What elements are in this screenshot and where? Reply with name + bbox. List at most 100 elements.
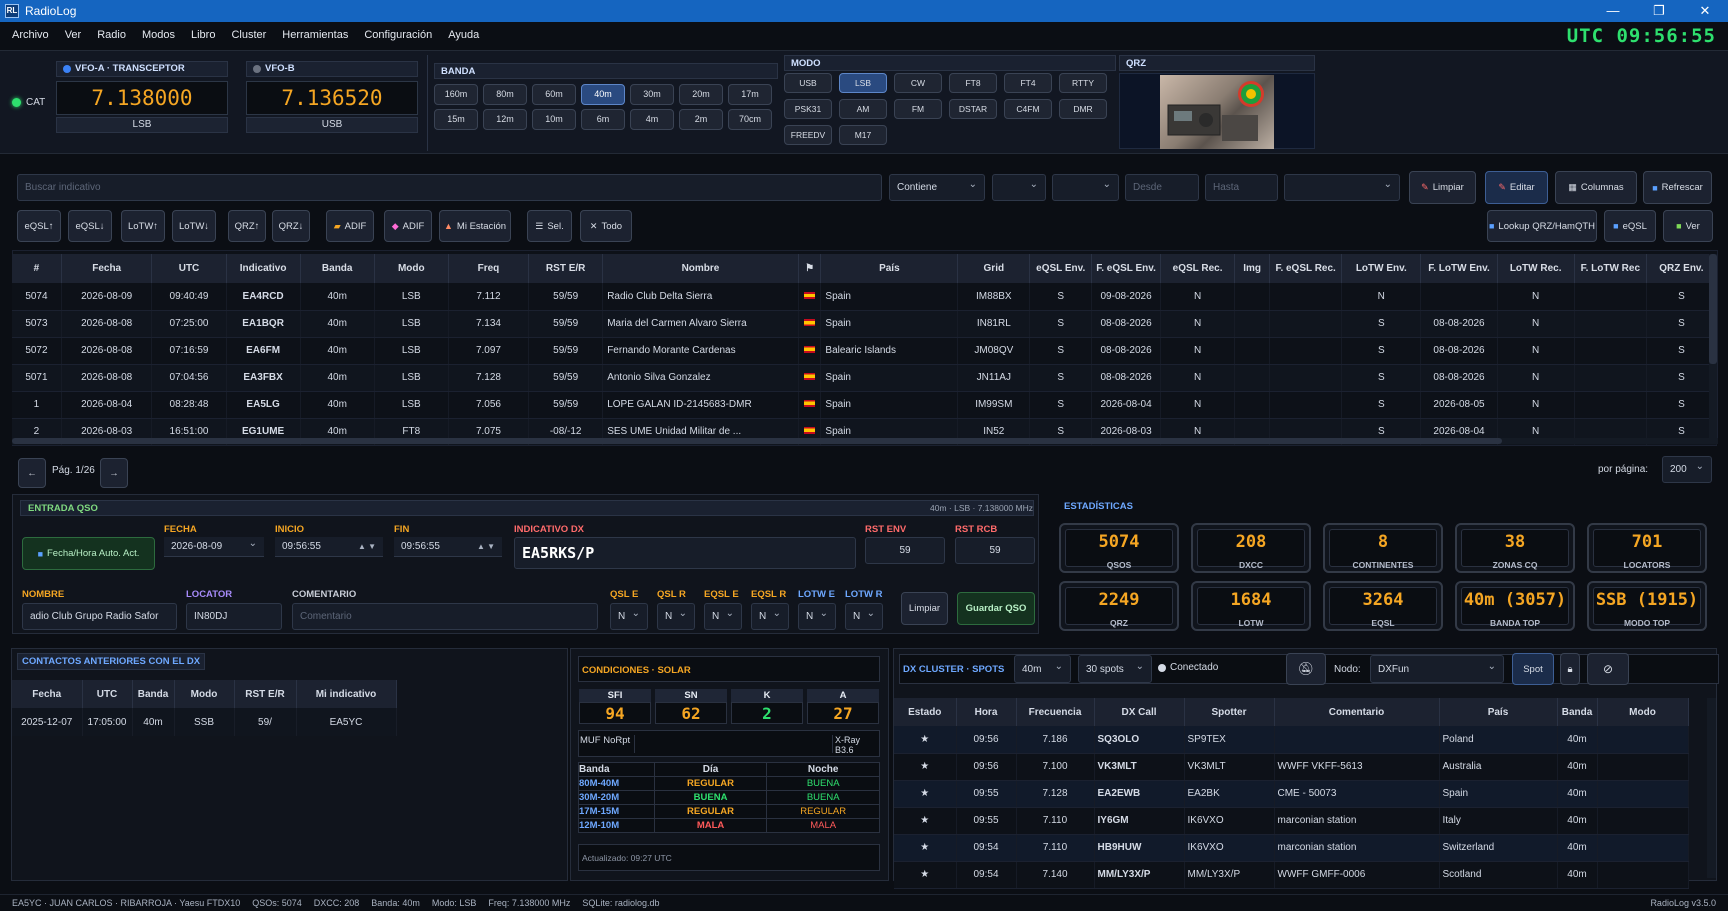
prev-page-button[interactable]: ← xyxy=(18,458,46,488)
spot-col-header[interactable]: DX Call xyxy=(1094,698,1185,726)
log-col-header[interactable]: Freq xyxy=(448,254,530,283)
mode-filter-select[interactable] xyxy=(1052,174,1119,201)
select-all-button[interactable]: ✕ Todo xyxy=(580,210,632,242)
mode-button-m17[interactable]: M17 xyxy=(839,125,887,145)
log-col-header[interactable]: Img xyxy=(1234,254,1271,283)
prev-col-header[interactable]: Mi indicativo xyxy=(296,680,397,708)
log-col-header[interactable]: F. eQSL Rec. xyxy=(1269,254,1343,283)
spot-col-header[interactable]: Frecuencia xyxy=(1016,698,1095,726)
mode-button-psk31[interactable]: PSK31 xyxy=(784,99,832,119)
menu-ver[interactable]: Ver xyxy=(57,22,90,48)
prev-col-header[interactable]: UTC xyxy=(82,680,133,708)
sync-button-0[interactable]: eQSL↑ xyxy=(17,210,61,242)
qsl-select[interactable]: N xyxy=(845,603,883,630)
table-row[interactable]: 2025-12-07 17:05:00 40m SSB 59/EA5YC xyxy=(12,708,397,736)
table-row[interactable]: ★ 09:54 7.110 HB9HUW IK6VXO marconian station… xyxy=(894,834,1689,862)
table-row[interactable]: 5072 2026-08-08 07:16:59 EA6FM 40m LSB 7.097 59… xyxy=(12,337,1718,365)
spot-col-header[interactable]: Estado xyxy=(894,698,957,726)
menu-ayuda[interactable]: Ayuda xyxy=(440,22,487,48)
nodo-select[interactable]: DXFun xyxy=(1370,655,1504,683)
search-input[interactable]: Buscar indicativo xyxy=(17,174,882,201)
qrz-photo[interactable] xyxy=(1160,75,1274,149)
spot-button[interactable]: Spot xyxy=(1512,653,1554,685)
table-row[interactable]: 1 2026-08-04 08:28:48 EA5LG 40m LSB 7.056 59/59… xyxy=(12,391,1718,419)
mode-button-ft8[interactable]: FT8 xyxy=(949,73,997,93)
inicio-field[interactable]: 09:56:55 ▲ ▼ xyxy=(275,537,383,557)
band-button-6m[interactable]: 6m xyxy=(581,109,625,130)
spot-scrollbar[interactable] xyxy=(1707,698,1716,878)
call-input[interactable]: EA5RKS/P xyxy=(514,537,856,569)
vscroll-thumb[interactable] xyxy=(1709,254,1717,364)
menu-herramientas[interactable]: Herramientas xyxy=(274,22,356,48)
band-filter-select[interactable] xyxy=(992,174,1046,201)
log-col-header[interactable]: Grid xyxy=(957,254,1031,283)
horizontal-scrollbar[interactable] xyxy=(12,438,1718,444)
mode-button-usb[interactable]: USB xyxy=(784,73,832,93)
mode-button-freedv[interactable]: FREEDV xyxy=(784,125,832,145)
band-button-17m[interactable]: 17m xyxy=(728,84,772,105)
nombre-input[interactable]: adio Club Grupo Radio Safor xyxy=(22,603,177,630)
log-col-header[interactable]: F. eQSL Env. xyxy=(1091,254,1162,283)
sync-button-2[interactable]: LoTW↑ xyxy=(121,210,165,242)
log-col-header[interactable]: Modo xyxy=(374,254,449,283)
table-row[interactable]: ★ 09:54 7.140 MM/LY3X/P MM/LY3X/P WWFF GMFF-0… xyxy=(894,861,1689,889)
table-row[interactable]: 5074 2026-08-09 09:40:49 EA4RCD 40m LSB 7.112 5… xyxy=(12,283,1718,311)
spot-col-header[interactable]: Comentario xyxy=(1274,698,1440,726)
log-col-header[interactable]: eQSL Env. xyxy=(1029,254,1093,283)
sync-button-1[interactable]: eQSL↓ xyxy=(68,210,112,242)
menu-archivo[interactable]: Archivo xyxy=(4,22,57,48)
rst-env-input[interactable]: 59 xyxy=(865,537,945,564)
prev-col-header[interactable]: RST E/R xyxy=(234,680,297,708)
qsl-select[interactable]: N xyxy=(798,603,836,630)
date-to-input[interactable]: Hasta xyxy=(1205,174,1278,201)
eqsl-view-button[interactable]: ■ eQSL xyxy=(1604,210,1656,242)
log-col-header[interactable]: LoTW Rec. xyxy=(1497,254,1575,283)
date-from-input[interactable]: Desde xyxy=(1125,174,1199,201)
vfo-b-frequency[interactable]: 7.136520 xyxy=(246,81,418,115)
mode-button-c4fm[interactable]: C4FM xyxy=(1004,99,1052,119)
refresh-button[interactable]: ■ Refrescar xyxy=(1643,171,1712,204)
sync-button-5[interactable]: QRZ↓ xyxy=(272,210,310,242)
close-button[interactable]: ✕ xyxy=(1682,0,1728,22)
band-button-160m[interactable]: 160m xyxy=(434,84,478,105)
mode-button-lsb[interactable]: LSB xyxy=(839,73,887,93)
save-qso-button[interactable]: Guardar QSO xyxy=(957,592,1035,625)
cluster-band-select[interactable]: 40m xyxy=(1014,655,1071,683)
log-col-header[interactable]: Nombre xyxy=(602,254,799,283)
match-mode-select[interactable]: Contiene xyxy=(889,174,985,201)
qsl-select[interactable]: N xyxy=(610,603,648,630)
table-row[interactable]: 5071 2026-08-08 07:04:56 EA3FBX 40m LSB 7.128 5… xyxy=(12,364,1718,392)
band-button-10m[interactable]: 10m xyxy=(532,109,576,130)
cluster-spots-select[interactable]: 30 spots xyxy=(1078,655,1152,683)
log-col-header[interactable]: RST E/R xyxy=(528,254,604,283)
log-col-header[interactable]: eQSL Rec. xyxy=(1160,254,1236,283)
mode-button-fm[interactable]: FM xyxy=(894,99,942,119)
edit-button[interactable]: ✎ Editar xyxy=(1485,171,1548,204)
time-spinner-icon[interactable]: ▲ ▼ xyxy=(477,542,495,551)
mode-button-dmr[interactable]: DMR xyxy=(1059,99,1107,119)
mode-button-ft4[interactable]: FT4 xyxy=(1004,73,1052,93)
scroll-thumb[interactable] xyxy=(12,438,1502,444)
menu-cluster[interactable]: Cluster xyxy=(223,22,274,48)
mute-alerts-button[interactable]: 🔕︎ xyxy=(1286,653,1326,685)
clear-entry-button[interactable]: Limpiar xyxy=(901,592,948,625)
log-col-header[interactable]: Banda xyxy=(300,254,375,283)
band-button-30m[interactable]: 30m xyxy=(630,84,674,105)
country-filter-select[interactable] xyxy=(1284,174,1400,201)
adif-import-button[interactable]: ▰ ADIF xyxy=(326,210,374,242)
prev-col-header[interactable]: Modo xyxy=(174,680,235,708)
log-col-header[interactable]: QRZ Env. xyxy=(1646,254,1718,283)
band-button-70cm[interactable]: 70cm xyxy=(728,109,772,130)
spot-col-header[interactable]: Hora xyxy=(956,698,1017,726)
band-button-80m[interactable]: 80m xyxy=(483,84,527,105)
band-button-4m[interactable]: 4m xyxy=(630,109,674,130)
spot-col-header[interactable]: Modo xyxy=(1597,698,1689,726)
log-col-header[interactable]: ⚑ xyxy=(798,254,822,283)
vfo-a-frequency[interactable]: 7.138000 xyxy=(56,81,228,115)
maximize-button[interactable]: ❐ xyxy=(1636,0,1682,22)
band-button-15m[interactable]: 15m xyxy=(434,109,478,130)
my-station-button[interactable]: ▲ Mi Estación xyxy=(439,210,511,242)
table-row[interactable]: ★ 09:56 7.186 SQ3OLO SP9TEX Poland 40m xyxy=(894,726,1689,754)
log-col-header[interactable]: País xyxy=(820,254,959,283)
comentario-input[interactable]: Comentario xyxy=(292,603,598,630)
